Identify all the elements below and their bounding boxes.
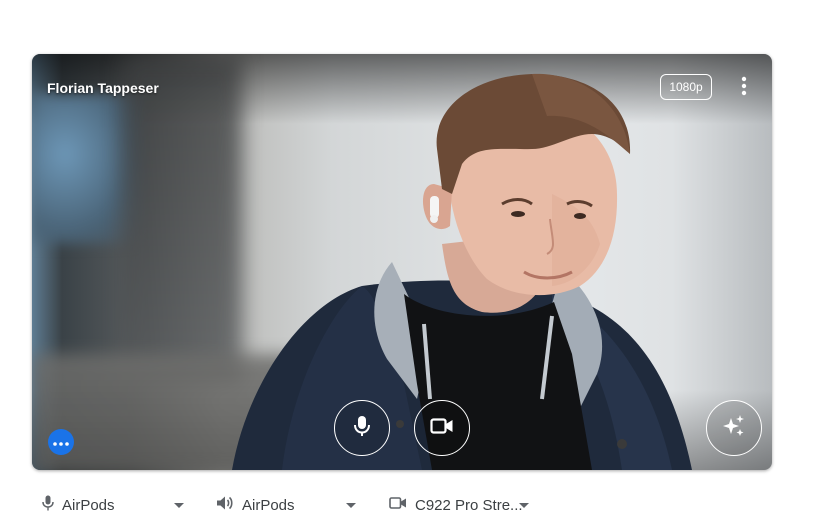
microphone-select-label: AirPods (62, 496, 115, 514)
camera-select-label: C922 Pro Stre... (415, 496, 523, 514)
volume-icon (216, 495, 234, 515)
microphone-select[interactable]: AirPods (42, 492, 188, 518)
visual-effects-button[interactable] (706, 400, 762, 456)
overflow-menu-button[interactable] (48, 429, 74, 455)
toggle-microphone-button[interactable] (334, 400, 390, 456)
more-vert-icon (741, 76, 747, 101)
speaker-select[interactable]: AirPods (216, 492, 362, 518)
videocam-icon (430, 417, 454, 440)
chevron-down-icon (519, 503, 529, 508)
camera-select[interactable]: C922 Pro Stre... (389, 492, 535, 518)
camera-preview-page: Florian Tappeser 1080p AirPods AirPods C… (0, 0, 836, 530)
toggle-camera-button[interactable] (414, 400, 470, 456)
resolution-badge: 1080p (660, 74, 712, 100)
chevron-down-icon (174, 503, 184, 508)
chevron-down-icon (346, 503, 356, 508)
mic-icon (353, 415, 371, 442)
speaker-select-label: AirPods (242, 496, 295, 514)
participant-name: Florian Tappeser (47, 80, 159, 96)
video-preview: Florian Tappeser 1080p (32, 54, 772, 470)
more-options-button[interactable] (732, 74, 756, 102)
sparkles-icon (722, 414, 746, 443)
participant-video (232, 73, 692, 470)
videocam-icon (389, 496, 407, 514)
mic-icon (42, 495, 54, 515)
more-horiz-icon (53, 433, 69, 451)
